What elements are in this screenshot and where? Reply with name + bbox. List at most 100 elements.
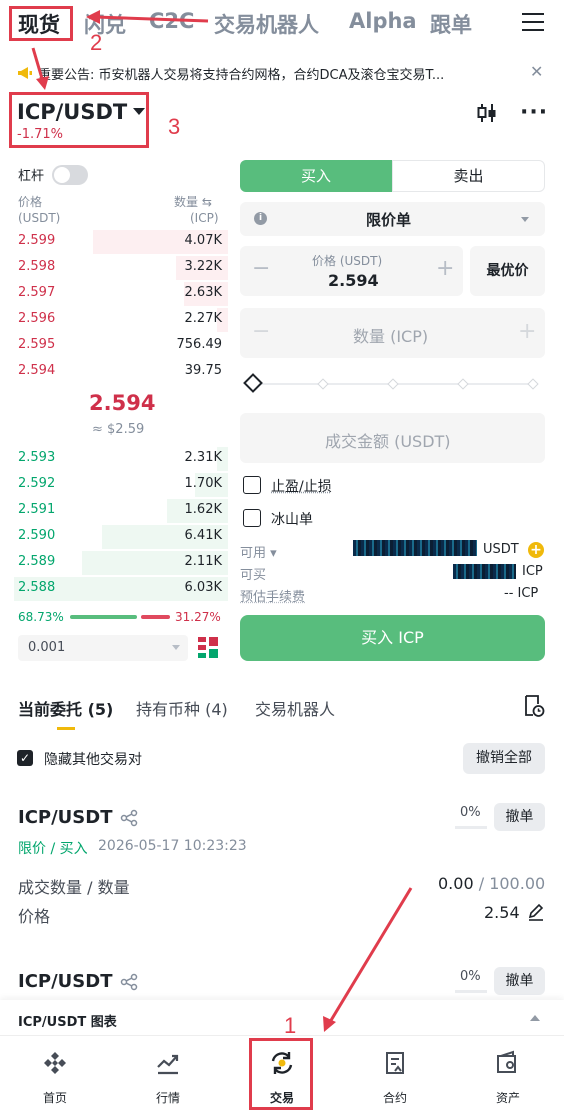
chart-toggle-bar[interactable]: ICP/USDT 图表 <box>0 1000 564 1036</box>
order-pair[interactable]: ICP/USDT <box>18 971 112 992</box>
order-history-icon[interactable] <box>523 694 545 718</box>
tab-bot-orders[interactable]: 交易机器人 <box>255 696 335 720</box>
iceberg-checkbox[interactable] <box>243 509 261 527</box>
cancel-order-button[interactable]: 撤单 <box>494 803 545 831</box>
total-amount-field[interactable]: 成交金额 (USDT) <box>240 413 545 463</box>
row-price: 2.590 <box>18 528 56 543</box>
tab-trading-bots[interactable]: 交易机器人 <box>214 9 319 39</box>
order-type-side: 限价 / 买入 <box>18 841 88 857</box>
info-icon[interactable]: i <box>254 212 267 225</box>
plus-icon[interactable]: + <box>518 319 536 344</box>
nav-assets[interactable]: 资产 <box>478 1050 538 1106</box>
candlestick-icon[interactable] <box>476 102 498 124</box>
row-price: 2.591 <box>18 502 56 517</box>
tab-copy-trading[interactable]: 跟单 <box>430 9 472 39</box>
hide-other-pairs-checkbox[interactable]: ✓ <box>17 750 33 766</box>
price-unit: (USDT) <box>18 211 61 225</box>
tp-sl-label[interactable]: 止盈/止损 <box>271 476 332 496</box>
active-tab-indicator <box>57 727 75 730</box>
precision-select[interactable]: 0.001 <box>18 635 188 661</box>
price-field-value[interactable]: 2.594 <box>328 271 379 290</box>
order-fill-bar <box>455 990 487 993</box>
buy-tab[interactable]: 买入 <box>240 160 392 192</box>
order-time: 2026-05-17 10:23:23 <box>98 838 247 854</box>
precision-value: 0.001 <box>28 640 66 655</box>
markets-icon <box>157 1054 179 1075</box>
best-price-button[interactable]: 最优价 <box>470 246 545 296</box>
row-qty: 3.22K <box>184 259 222 274</box>
bid-row[interactable]: 2.593 2.31K <box>10 446 228 472</box>
ask-row[interactable]: 2.598 3.22K <box>10 255 228 281</box>
more-icon[interactable]: ··· <box>520 100 548 125</box>
slider-mark-50[interactable] <box>387 378 399 390</box>
available-label[interactable]: 可用 ▾ <box>240 542 277 561</box>
announcement-bar[interactable]: 重要公告: 币安机器人交易将支持合约网格，合约DCA及滚仓宝交易T... ✕ <box>0 56 564 90</box>
nav-markets[interactable]: 行情 <box>138 1050 198 1106</box>
bid-row[interactable]: 2.590 6.41K <box>10 524 228 550</box>
leverage-toggle[interactable] <box>52 165 88 185</box>
cancel-order-button[interactable]: 撤单 <box>494 967 545 995</box>
bid-row[interactable]: 2.588 6.03K <box>10 576 228 602</box>
order-pair[interactable]: ICP/USDT <box>18 807 112 828</box>
order-price-label: 价格 <box>18 907 51 926</box>
ask-row[interactable]: 2.594 39.75 <box>10 359 228 385</box>
row-price: 2.593 <box>18 450 56 465</box>
share-icon[interactable] <box>120 809 138 827</box>
price-field[interactable]: − 价格 (USDT) 2.594 + <box>240 246 463 296</box>
slider-mark-25[interactable] <box>317 378 329 390</box>
buy-sell-ratio-bar <box>70 615 170 619</box>
close-icon[interactable]: ✕ <box>530 62 543 81</box>
ask-row[interactable]: 2.597 2.63K <box>10 281 228 307</box>
row-qty: 2.31K <box>184 450 222 465</box>
order-fill-percent: 0% <box>460 969 481 984</box>
buy-submit-button[interactable]: 买入 ICP <box>240 615 545 661</box>
filled-qty-value: 0.00 / 100.00 <box>438 874 545 893</box>
tab-holdings[interactable]: 持有币种 (4) <box>136 696 228 720</box>
filled-qty: 0.00 <box>438 874 474 893</box>
order-type-select[interactable]: i 限价单 <box>240 202 545 236</box>
ask-row[interactable]: 2.595 756.49 <box>10 333 228 359</box>
iceberg-label[interactable]: 冰山单 <box>271 509 313 529</box>
slider-mark-100[interactable] <box>527 378 539 390</box>
minus-icon[interactable]: − <box>252 319 270 344</box>
mid-price[interactable]: 2.594 <box>89 391 155 415</box>
tab-c2c[interactable]: C2C <box>149 9 194 33</box>
minus-icon[interactable]: − <box>252 256 270 281</box>
price-header: 价格 <box>18 195 43 209</box>
annotation-label-1: 1 <box>284 1013 297 1038</box>
hide-other-pairs-label[interactable]: 隐藏其他交易对 <box>44 749 142 769</box>
sell-tab[interactable]: 卖出 <box>392 160 545 192</box>
cancel-all-button[interactable]: 撤销全部 <box>463 743 545 774</box>
menu-icon[interactable] <box>522 13 544 33</box>
nav-home[interactable]: 首页 <box>25 1050 85 1106</box>
tab-alpha[interactable]: Alpha <box>349 9 417 33</box>
add-funds-icon[interactable]: + <box>528 542 544 558</box>
tab-open-orders[interactable]: 当前委托 (5) <box>18 696 113 720</box>
tp-sl-checkbox[interactable] <box>243 476 261 494</box>
ask-row[interactable]: 2.596 2.27K <box>10 307 228 333</box>
megaphone-icon <box>18 67 32 79</box>
slider-mark-75[interactable] <box>457 378 469 390</box>
row-qty: 1.70K <box>184 476 222 491</box>
nav-home-label: 首页 <box>42 1091 67 1105</box>
bid-row[interactable]: 2.589 2.11K <box>10 550 228 576</box>
share-icon[interactable] <box>120 973 138 991</box>
order-price-value: 2.54 <box>484 903 520 922</box>
row-qty: 2.63K <box>184 285 222 300</box>
ask-row[interactable]: 2.599 4.07K <box>10 229 228 255</box>
qty-unit: (ICP) <box>190 211 219 225</box>
qty-header[interactable]: 数量 ⇆ <box>174 193 212 210</box>
slider-handle[interactable] <box>243 373 263 393</box>
available-unit: USDT <box>483 542 519 557</box>
orderbook-layout-icon[interactable] <box>198 637 218 659</box>
fee-label[interactable]: 预估手续费 <box>240 586 305 605</box>
sell-ratio: 31.27% <box>175 610 221 624</box>
edit-icon[interactable] <box>527 903 545 921</box>
row-qty: 4.07K <box>184 233 222 248</box>
plus-icon[interactable]: + <box>436 256 454 281</box>
bid-row[interactable]: 2.592 1.70K <box>10 472 228 498</box>
bid-row[interactable]: 2.591 1.62K <box>10 498 228 524</box>
quantity-field[interactable]: − 数量 (ICP) + <box>240 308 545 358</box>
buyable-label: 可买 <box>240 568 267 583</box>
nav-futures[interactable]: 合约 <box>365 1050 425 1106</box>
